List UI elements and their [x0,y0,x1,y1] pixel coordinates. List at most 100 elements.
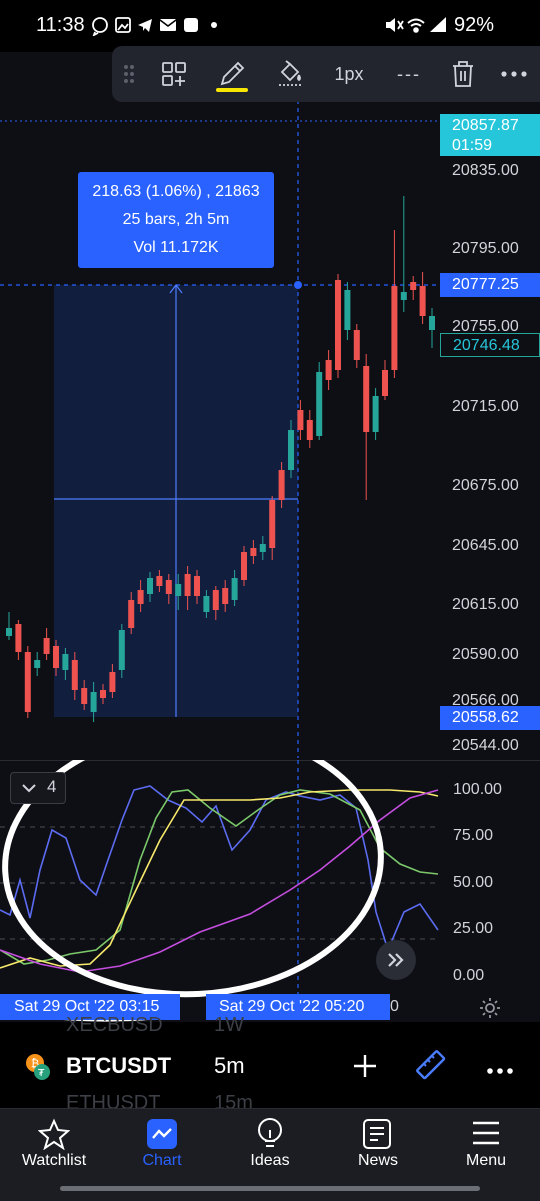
drawing-toolbar: 1px --- [112,46,540,102]
price-label: 20590.00 [452,646,519,663]
candle-body [203,596,210,612]
candle-body [194,576,200,596]
ghost-interval-above: 1W [214,1014,244,1036]
price-label: 20835.00 [452,162,519,179]
candle-body [6,628,12,636]
candle-body [316,372,323,436]
nav-menu[interactable] [432,1108,540,1188]
time-label-partial: 0 [390,998,399,1015]
candle-body [109,672,116,692]
more-horizontal-icon[interactable] [488,46,540,102]
svg-text:₮: ₮ [38,1068,45,1079]
collapse-indicators-button[interactable]: 4 [10,772,66,804]
nav-news[interactable] [324,1108,432,1188]
add-to-favorites-icon[interactable] [146,46,202,102]
candle-body [62,654,69,670]
candle-body [71,660,78,690]
nav-watchlist-label: Watchlist [21,1152,87,1169]
candle-body [306,420,313,440]
line-width-button[interactable]: 1px [318,46,380,102]
system-icons [384,14,450,41]
candle-body [137,590,144,604]
candle-body [15,624,22,652]
crosshair-point [294,281,302,289]
fill-bucket-icon[interactable] [262,46,318,102]
price-label: 20645.00 [452,537,519,554]
nav-chart[interactable] [108,1108,216,1188]
battery-level: 92% [454,14,495,36]
candle-body [344,290,351,330]
candle-body [419,286,426,316]
trash-icon[interactable] [438,46,488,102]
candle-body [147,578,153,594]
candle-body [156,576,163,586]
pencil-icon[interactable] [202,46,262,102]
nav-watchlist[interactable] [0,1108,108,1188]
candle-body [429,316,435,330]
candle-body [259,544,266,552]
nav-news-label: News [357,1152,398,1169]
chart-icon [147,1119,177,1149]
candle-body [353,330,360,360]
double-chevron-right-icon [388,953,404,967]
wifi-icon [407,18,425,33]
candle-body [372,396,379,432]
symbol-name[interactable]: BTCUSDT [66,1053,171,1079]
pencil-color-indicator [216,88,248,92]
current-price: 20857.87 [452,117,519,134]
menu-icon [473,1121,499,1145]
interval-selector[interactable]: 5m [214,1053,245,1079]
chevron-down-icon [22,784,36,793]
measure-bars: 25 bars, 2h 5m [122,211,230,228]
candle-body [184,574,191,596]
candle-body [250,548,257,556]
candle-body [81,688,88,704]
candle-body [128,600,135,628]
indicator-count: 4 [47,777,57,796]
nav-menu-label: Menu [465,1152,507,1169]
measure-info-box[interactable]: 218.63 (1.06%) , 21863 25 bars, 2h 5m Vo… [78,172,274,268]
candle-body [278,470,285,500]
candle-body [363,366,370,432]
price-label: 20715.00 [452,398,519,415]
more-horizontal-icon[interactable] [486,1062,514,1080]
settings-gear-icon[interactable] [478,996,502,1025]
osc-label: 100.00 [453,781,502,798]
gallery-icon [115,17,131,33]
candle-body [118,630,125,670]
candle-body [100,690,106,698]
nav-ideas[interactable] [216,1108,324,1188]
candle-body [297,410,304,430]
line-style-button[interactable]: --- [380,46,438,102]
candle-body [212,590,219,610]
candle-body [410,282,417,290]
candle-body [90,692,97,712]
candle-body [335,280,341,370]
nav-ideas-label: Ideas [250,1152,290,1169]
candle-body [391,286,398,370]
candle-body [325,360,332,380]
osc-label: 50.00 [453,874,494,891]
symbol-logo-icon: ₿ ₮ [24,1052,50,1087]
add-plus-icon[interactable] [352,1053,378,1084]
drag-handle-icon[interactable] [112,46,146,102]
price-label: 20675.00 [452,477,519,494]
app-icon [184,18,198,32]
price-label: 20544.00 [452,737,519,754]
low-price-tag: 20558.62 [440,706,540,730]
price-label: 20615.00 [452,596,519,613]
status-time: 11:38 [36,14,85,36]
scroll-to-realtime-button[interactable] [376,940,416,980]
measure-price-change: 218.63 (1.06%) , 21863 [92,183,260,200]
telegram-icon [138,19,152,32]
mute-icon [386,18,404,32]
current-price-tag: 20857.87 01:59 [440,114,540,156]
bar-countdown: 01:59 [452,137,493,154]
notification-icons [92,14,222,41]
candle-body [43,638,50,654]
candle-body [24,652,31,712]
high-price-tag: 20777.25 [440,273,540,297]
price-label: 20795.00 [452,240,519,257]
ruler-icon[interactable] [414,1048,448,1087]
nav-chart-label: Chart [142,1152,182,1169]
